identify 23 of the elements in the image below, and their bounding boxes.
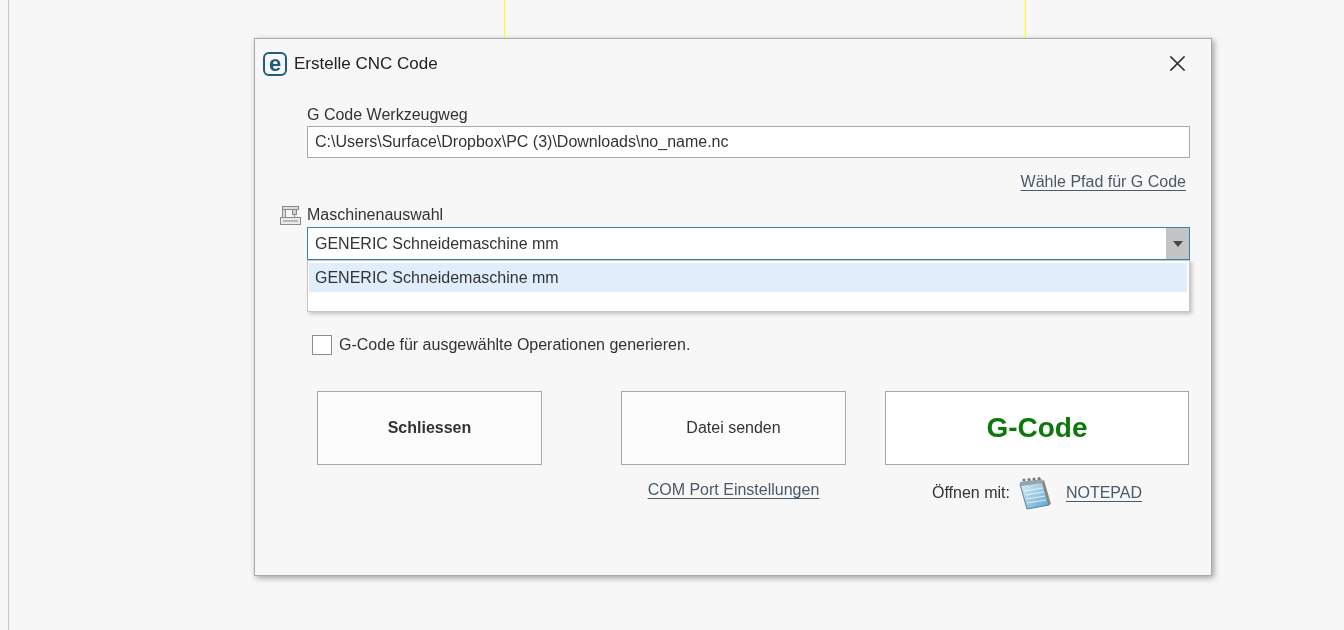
field-label: G Code Werkzeugweg <box>307 105 469 125</box>
generate-button[interactable]: G-Code <box>885 391 1189 465</box>
close-button[interactable]: Schliessen <box>317 391 542 465</box>
dropdown-button[interactable] <box>1166 228 1189 259</box>
notepad-link[interactable]: NOTEPAD <box>1065 483 1143 503</box>
machine-select[interactable]: GENERIC Schneidemaschine mm <box>307 227 1190 260</box>
dropdown-option[interactable]: GENERIC Schneidemaschine mm <box>309 263 1187 292</box>
path-field[interactable]: C:\Users\Surface\Dropbox\PC (3)\Downloads\no_name.nc <box>307 126 1190 158</box>
field-label: Maschinenauswahl <box>307 205 444 225</box>
notepad-icon <box>1017 476 1051 510</box>
machine-icon <box>280 205 301 225</box>
drawing-line <box>504 0 505 38</box>
app-logo: e <box>263 51 287 76</box>
checkbox-label: G-Code für ausgewählte Operationen generieren. <box>339 335 691 355</box>
drawing-line <box>1025 0 1026 38</box>
path-link[interactable]: Wähle Pfad für G Code <box>1020 172 1186 192</box>
checkbox[interactable] <box>312 335 332 355</box>
settings-link[interactable]: COM Port Einstellungen <box>647 480 820 509</box>
send-file-button[interactable]: Datei senden <box>621 391 846 465</box>
window-title: Erstelle CNC Code <box>294 52 438 75</box>
close-icon <box>1169 56 1185 71</box>
open-with-label: Öffnen mit: <box>931 483 1010 503</box>
caret-icon <box>1172 240 1183 247</box>
